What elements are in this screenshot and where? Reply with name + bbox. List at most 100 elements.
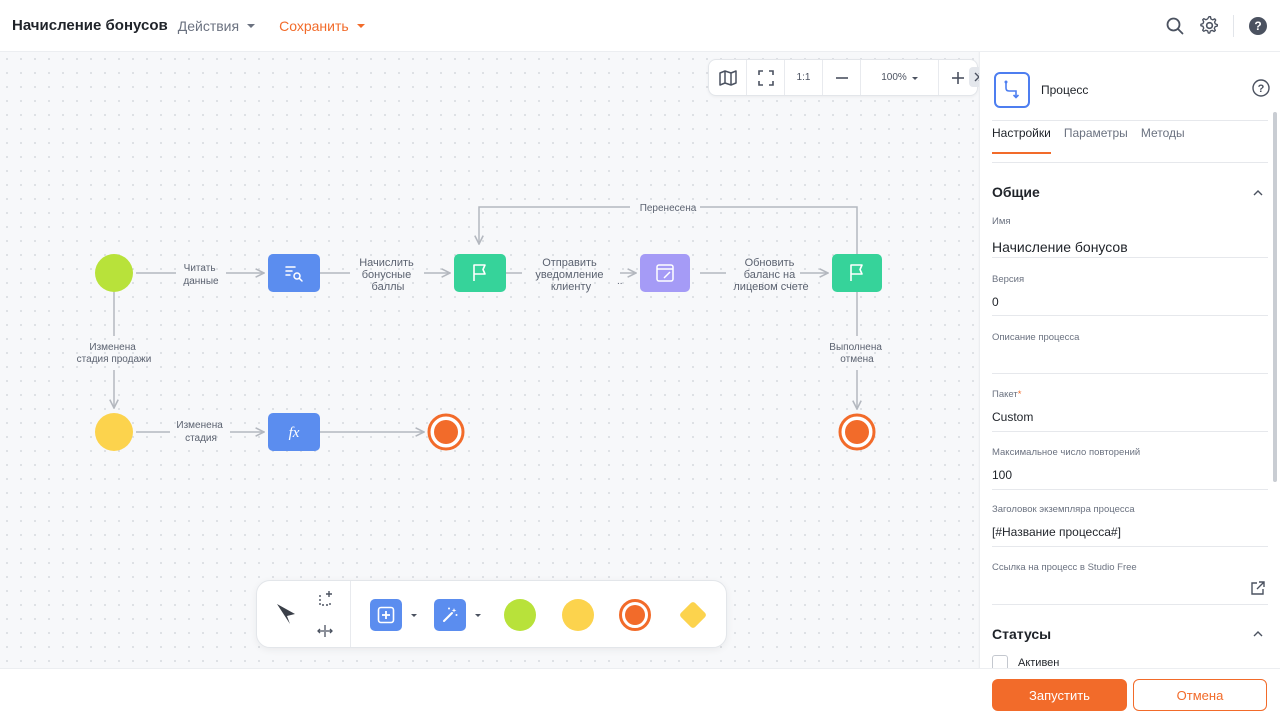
active-checkbox-label: Активен (1018, 657, 1060, 668)
field-studio-link[interactable]: Ссылка на процесс в Studio Free (992, 562, 1268, 605)
start-event-node[interactable] (95, 254, 133, 292)
field-package[interactable]: Пакет* Custom (992, 389, 1268, 432)
page-title: Начисление бонусов (12, 17, 168, 34)
field-version-value: 0 (992, 295, 999, 309)
chevron-up-icon[interactable] (1253, 188, 1263, 198)
help-icon[interactable]: ? (1248, 16, 1268, 36)
field-studio-link-label: Ссылка на процесс в Studio Free (992, 562, 1137, 573)
field-version-label: Версия (992, 274, 1025, 285)
zoom-out-button[interactable] (823, 60, 861, 95)
field-name-value: Начисление бонусов (992, 239, 1128, 255)
diamond-icon (680, 602, 706, 628)
actions-menu-label: Действия (177, 17, 240, 34)
map-icon (718, 69, 737, 86)
chevron-down-icon (475, 613, 481, 617)
notify-task-node[interactable] (640, 254, 690, 292)
zoom-reset-button[interactable]: 1:1 (785, 60, 823, 95)
intermediate-event-node[interactable] (95, 413, 133, 451)
chevron-down-icon (411, 613, 417, 617)
cursor-icon (277, 604, 295, 624)
panel-scrollbar[interactable] (1273, 112, 1277, 482)
help-icon[interactable]: ? (1252, 78, 1270, 102)
fullscreen-icon (757, 69, 774, 86)
actions-menu[interactable]: Действия (177, 17, 256, 34)
active-checkbox[interactable] (992, 655, 1008, 668)
process-diagram: .. Читать данные Начислить бонусные балл… (77, 203, 884, 451)
end-event-node-1[interactable] (427, 413, 465, 451)
gear-icon[interactable] (1199, 16, 1219, 36)
zoom-level-select[interactable]: 100% (861, 60, 939, 95)
add-task-dropdown[interactable] (409, 611, 419, 619)
edge-transferred-right[interactable] (700, 206, 858, 254)
magic-task-button[interactable] (434, 599, 466, 631)
field-max-retries-value: 100 (992, 468, 1013, 482)
field-description[interactable]: Описание процесса (992, 332, 1268, 374)
field-package-value: Custom (992, 410, 1034, 424)
palette-tools (257, 581, 351, 647)
select-area-icon (319, 591, 332, 606)
resize-horizontal-icon (317, 625, 333, 637)
lasso-select-tool[interactable] (315, 589, 335, 609)
minus-icon (835, 76, 848, 79)
fullscreen-button[interactable] (747, 60, 785, 95)
field-instance-title-label: Заголовок экземпляра процесса (992, 504, 1135, 515)
start-event-tool[interactable] (504, 599, 536, 631)
label-sale-stage-changed: Изменена стадия продажи (77, 342, 152, 365)
tab-methods[interactable]: Методы (1141, 126, 1185, 154)
function-icon: fx (289, 425, 300, 441)
tab-parameters[interactable]: Параметры (1064, 126, 1128, 154)
minimap-button[interactable] (709, 60, 747, 95)
external-link-icon[interactable] (1250, 580, 1266, 596)
app-header: Начисление бонусов Действия Сохранить ? (0, 0, 1280, 52)
chevron-down-icon (911, 76, 918, 80)
plus-icon (952, 71, 964, 84)
tab-settings[interactable]: Настройки (992, 126, 1051, 154)
field-instance-title[interactable]: Заголовок экземпляра процесса [#Название… (992, 504, 1268, 547)
read-data-task-node[interactable] (268, 254, 320, 292)
field-name[interactable]: Имя Начисление бонусов (992, 216, 1268, 258)
end-event-tool[interactable] (619, 599, 651, 631)
space-tool[interactable] (315, 621, 335, 641)
label-cancel-done: Выполнена отмена (829, 342, 884, 365)
pointer-tool[interactable] (273, 601, 299, 627)
field-version[interactable]: Версия 0 (992, 274, 1268, 316)
header-divider (1233, 14, 1234, 37)
field-description-label: Описание процесса (992, 332, 1080, 343)
panel-tabs: Настройки Параметры Методы (992, 126, 1185, 154)
chevron-up-icon[interactable] (1253, 629, 1263, 639)
search-icon[interactable] (1165, 16, 1185, 36)
function-task-node[interactable]: fx (268, 413, 320, 451)
field-name-label: Имя (992, 216, 1011, 227)
cancel-button[interactable]: Отмена (1133, 679, 1267, 711)
label-accrue-points: Начислить бонусные баллы (359, 257, 417, 293)
footer-bar: Запустить Отмена (0, 668, 1280, 719)
intermediate-event-tool[interactable] (562, 599, 594, 631)
svg-text:?: ? (1254, 19, 1261, 33)
process-icon (994, 72, 1030, 108)
panel-process-title: Процесс (1041, 83, 1089, 97)
label-stage-changed: Изменена стадия (176, 420, 225, 444)
section-statuses-title: Статусы (992, 626, 1052, 642)
element-palette (256, 580, 727, 648)
chevron-down-icon (247, 24, 256, 28)
flag-task-node-1[interactable] (454, 254, 506, 292)
field-max-retries[interactable]: Максимальное число повторений 100 (992, 447, 1268, 490)
save-menu-label: Сохранить (279, 17, 349, 34)
zoom-level-value: 100% (881, 72, 907, 83)
add-task-button[interactable] (370, 599, 402, 631)
diagram-canvas[interactable]: .. Читать данные Начислить бонусные балл… (0, 52, 978, 668)
active-checkbox-row[interactable]: Активен (992, 655, 1059, 668)
magic-task-dropdown[interactable] (473, 611, 483, 619)
label-transferred: Перенесена (640, 203, 697, 214)
tabs-divider (992, 162, 1268, 163)
label-send-notification: Отправить уведомление клиенту (535, 257, 606, 293)
flag-task-node-2[interactable] (832, 254, 882, 292)
save-menu[interactable]: Сохранить (279, 18, 365, 34)
panel-header: Процесс ? (994, 72, 1270, 108)
gateway-tool[interactable] (676, 598, 710, 632)
properties-panel: Процесс ? Настройки Параметры Методы Общ… (979, 52, 1280, 668)
run-button[interactable]: Запустить (992, 679, 1127, 711)
end-event-node-2[interactable] (838, 413, 876, 451)
edge-transferred-left[interactable] (479, 206, 630, 244)
chevron-down-icon (356, 24, 365, 28)
